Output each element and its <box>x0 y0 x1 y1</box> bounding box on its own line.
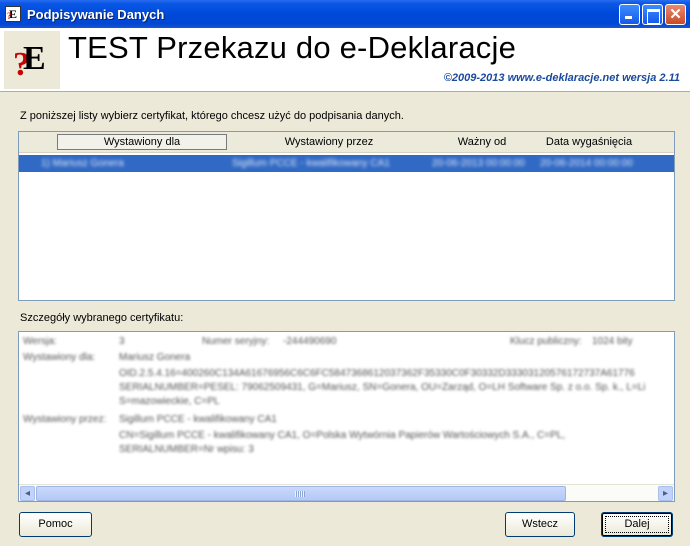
details-label: Szczegóły wybranego certyfikatu: <box>20 312 184 324</box>
issued-to-serial: SERIALNUMBER=PESEL: 79062509431, G=Mariu… <box>119 382 646 393</box>
logo: ? E <box>4 31 60 89</box>
horizontal-scrollbar[interactable]: ◂ ▸ <box>19 484 674 501</box>
maximize-button[interactable] <box>642 4 663 25</box>
window-controls: ✕ <box>619 4 686 25</box>
scroll-left-button[interactable]: ◂ <box>20 486 35 501</box>
row-valid-to: 20-06-2014 00:00:00 <box>540 158 633 169</box>
title-bar[interactable]: ? E Podpisywanie Danych ✕ <box>0 0 690 28</box>
main-panel: Z poniższej listy wybierz certyfikat, kt… <box>0 93 690 505</box>
chevron-right-icon: ▸ <box>662 488 669 499</box>
public-key-value: 1024 bity <box>592 336 633 347</box>
certificate-list[interactable]: Wystawiony dla Wystawiony przez Ważny od… <box>18 131 675 301</box>
column-valid-from[interactable]: Ważny od <box>437 132 527 153</box>
back-button[interactable]: Wstecz <box>505 512 575 537</box>
issued-to-region: S=mazowieckie, C=PL <box>119 396 220 407</box>
app-icon: ? E <box>5 6 21 22</box>
issued-by-name: Sigillum PCCE - kwalifikowany CA1 <box>119 414 277 425</box>
row-issued-to: 1) Mariusz Gonera <box>41 158 124 169</box>
issued-to-oid: OID.2.5.4.16=400260C134A61676956C6C6FC58… <box>119 368 635 379</box>
list-header: Wystawiony dla Wystawiony przez Ważny od… <box>19 132 674 153</box>
certificate-row-selected[interactable]: 1) Mariusz Gonera Sigillum PCCE - kwalif… <box>19 155 674 172</box>
column-issued-by[interactable]: Wystawiony przez <box>231 132 427 153</box>
issued-by-cn: CN=Sigillum PCCE - kwalifikowany CA1, O=… <box>119 430 566 441</box>
column-expiry-date[interactable]: Data wygaśnięcia <box>534 132 644 153</box>
issued-to-name: Mariusz Gonera <box>119 352 191 363</box>
issued-to-label: Wystawiony dla: <box>23 352 96 363</box>
issued-by-label: Wystawiony przez: <box>23 414 107 425</box>
minimize-icon <box>620 5 639 24</box>
public-key-label: Klucz publiczny: <box>510 336 582 347</box>
close-icon: ✕ <box>669 6 682 23</box>
version-value: 3 <box>119 336 125 347</box>
window-title: Podpisywanie Danych <box>27 6 165 22</box>
grip-icon <box>295 491 305 497</box>
close-button[interactable]: ✕ <box>665 4 686 25</box>
header-banner: ? E TEST Przekazu do e-Deklaracje ©2009-… <box>0 28 690 92</box>
serial-value: -244490690 <box>283 336 337 347</box>
next-button[interactable]: Dalej <box>601 512 673 537</box>
row-valid-from: 20-06-2013 00:00:00 <box>432 158 525 169</box>
row-issued-by: Sigillum PCCE - kwalifikowany CA1 <box>232 158 390 169</box>
version-label: Wersja: <box>23 336 57 347</box>
issued-by-serial: SERIALNUMBER=Nr wpisu: 3 <box>119 444 254 455</box>
version-info: ©2009-2013 www.e-deklaracje.net wersja 2… <box>443 72 680 84</box>
certificate-details[interactable]: Wersja: 3 Numer seryjny: -244490690 Kluc… <box>18 331 675 502</box>
instruction-text: Z poniższej listy wybierz certyfikat, kt… <box>20 110 404 122</box>
serial-label: Numer seryjny: <box>202 336 270 347</box>
chevron-left-icon: ◂ <box>24 488 31 499</box>
focus-rectangle <box>605 516 669 533</box>
scroll-thumb[interactable] <box>36 486 566 501</box>
scroll-right-button[interactable]: ▸ <box>658 486 673 501</box>
page-title: TEST Przekazu do e-Deklaracje <box>68 30 517 65</box>
minimize-button[interactable] <box>619 4 640 25</box>
logo-letter: E <box>23 40 46 77</box>
help-button[interactable]: Pomoc <box>19 512 92 537</box>
column-issued-to[interactable]: Wystawiony dla <box>57 134 227 150</box>
maximize-icon <box>643 5 662 24</box>
